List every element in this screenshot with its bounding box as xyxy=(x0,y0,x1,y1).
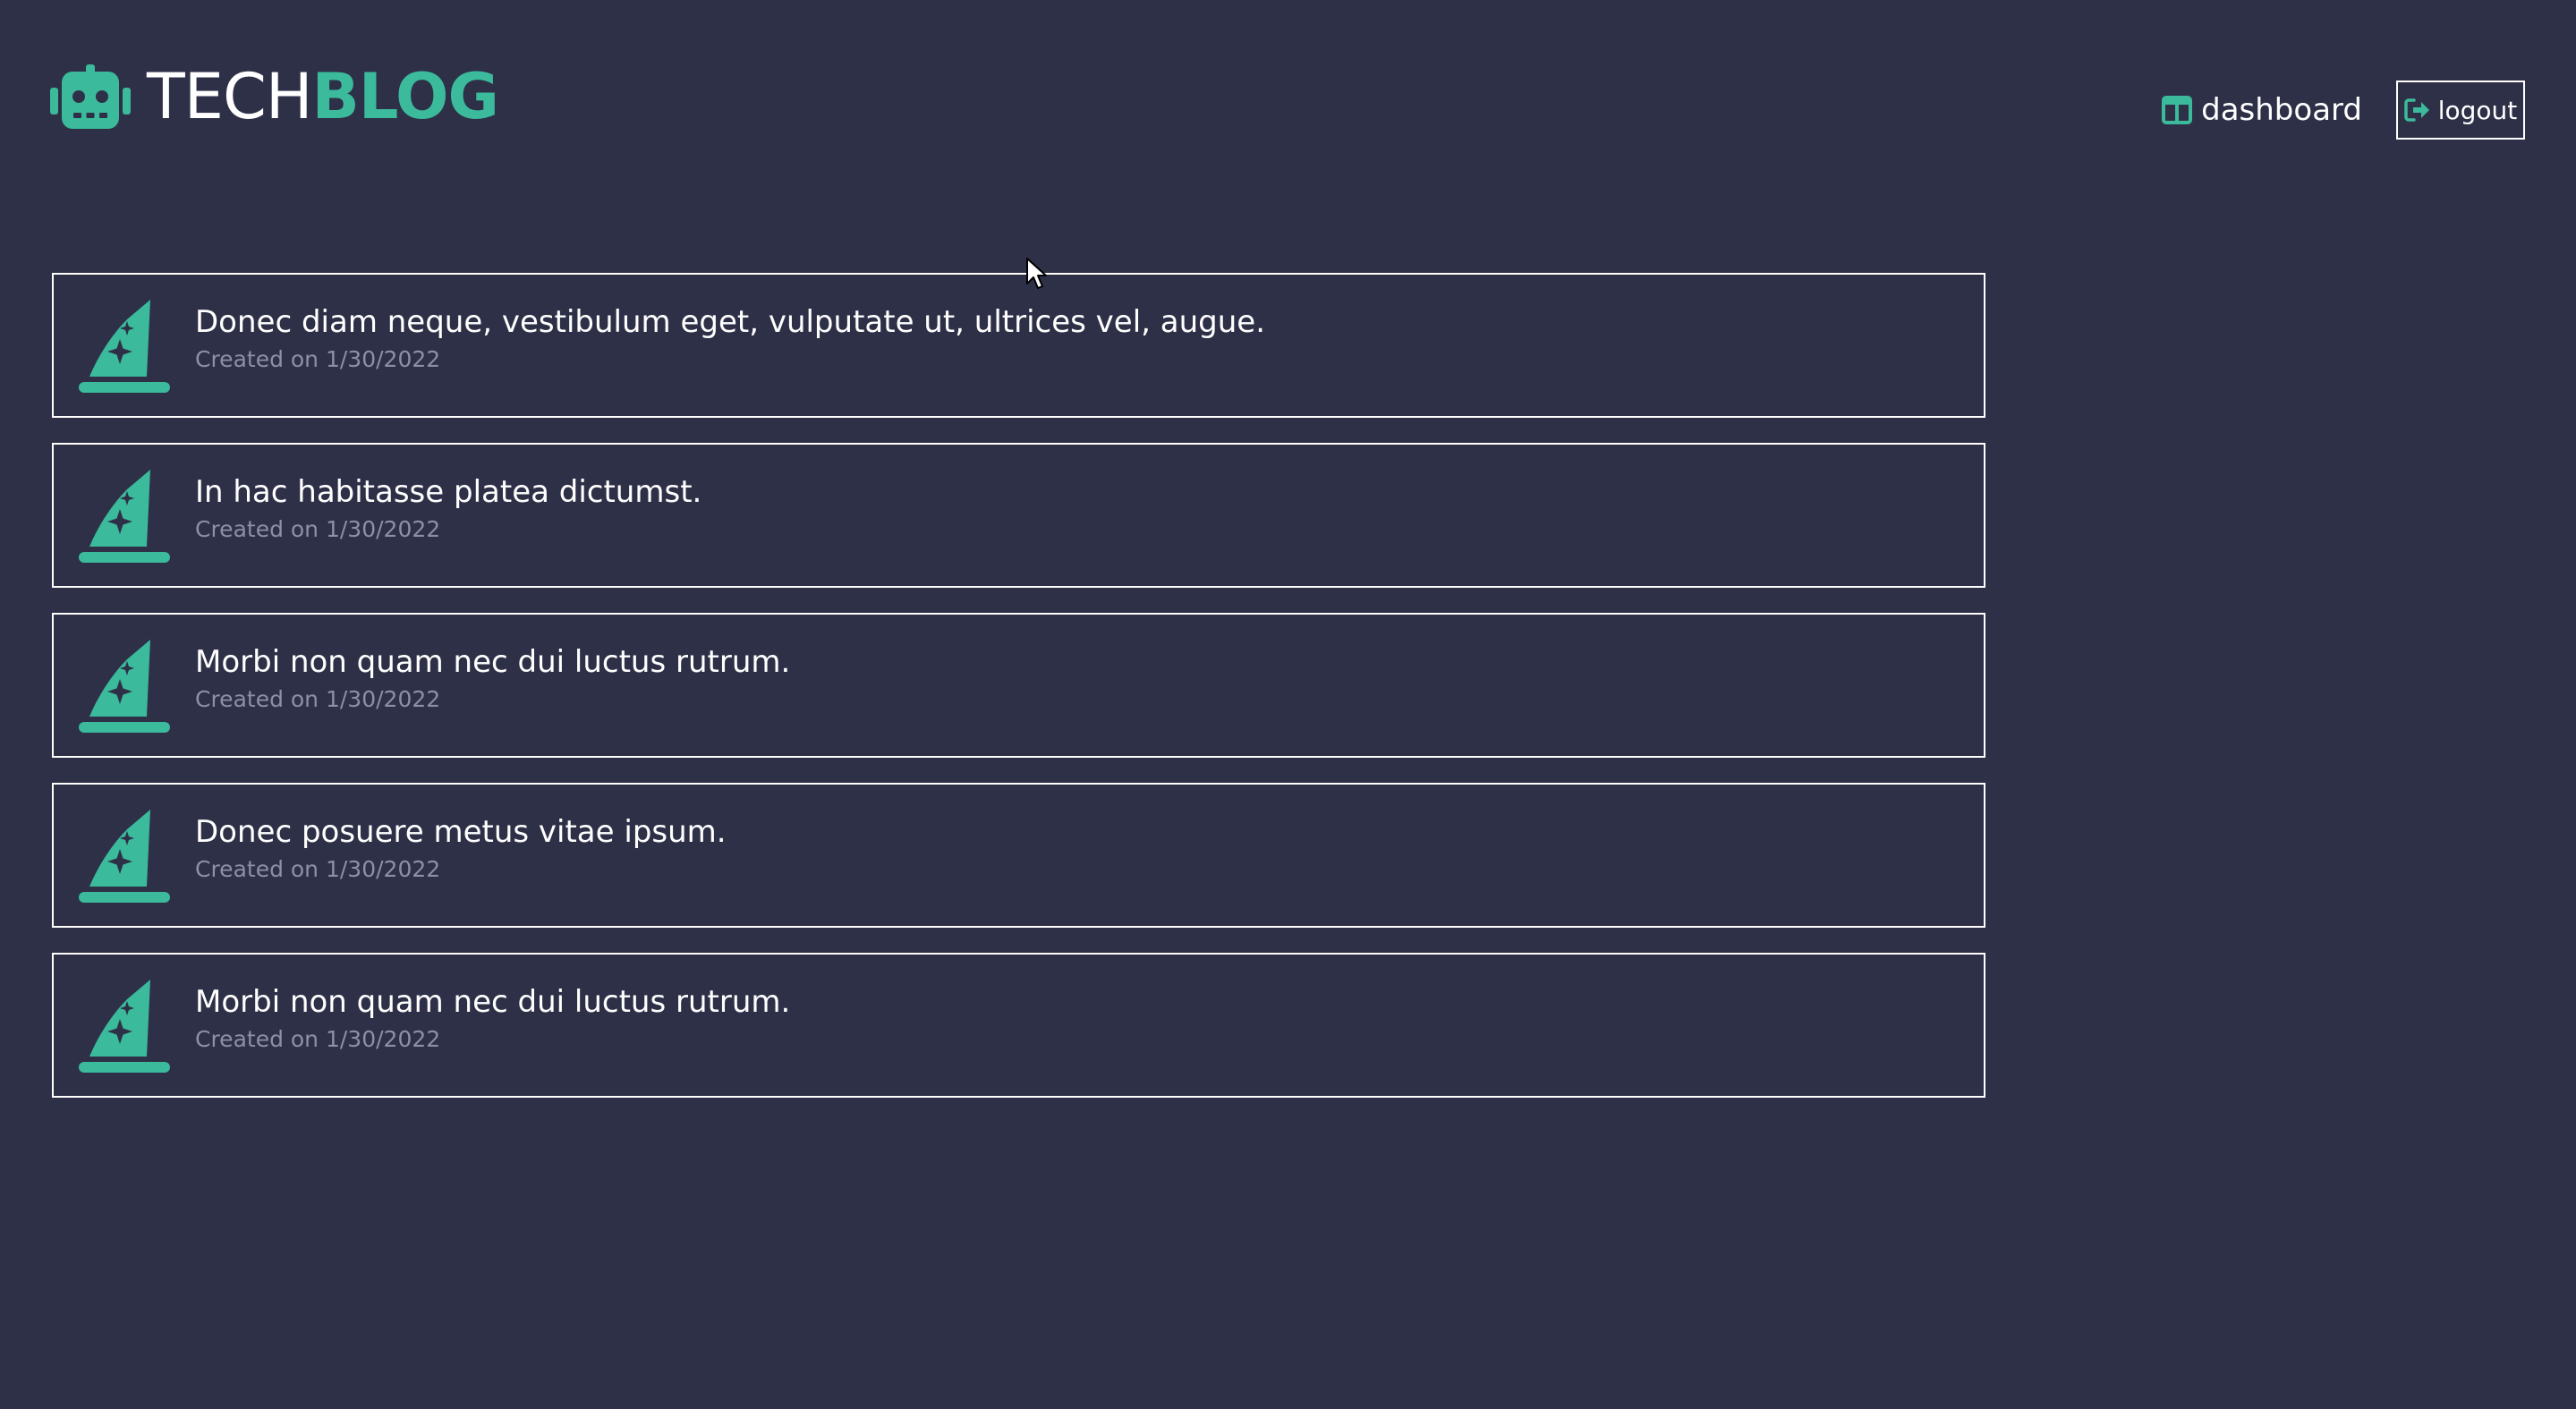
post-card[interactable]: Morbi non quam nec dui luctus rutrum. Cr… xyxy=(52,953,1985,1098)
columns-icon xyxy=(2162,96,2193,124)
logout-label: logout xyxy=(2437,95,2518,125)
post-card[interactable]: Donec posuere metus vitae ipsum. Created… xyxy=(52,783,1985,928)
wizard-hat-icon xyxy=(79,470,170,563)
brand-name: TECHBLOG xyxy=(147,60,499,133)
robot-icon xyxy=(50,64,131,129)
post-title[interactable]: Donec diam neque, vestibulum eget, vulpu… xyxy=(195,301,1966,343)
post-date: Created on 1/30/2022 xyxy=(195,856,441,882)
site-header: TECHBLOG dashboard logout xyxy=(0,0,2576,179)
sign-out-icon xyxy=(2403,98,2429,122)
logout-button[interactable]: logout xyxy=(2396,81,2525,140)
post-date: Created on 1/30/2022 xyxy=(195,1026,441,1052)
dashboard-link[interactable]: dashboard xyxy=(2162,92,2362,128)
brand-name-blog: BLOG xyxy=(311,60,499,133)
post-body: Morbi non quam nec dui luctus rutrum. Cr… xyxy=(195,641,1966,715)
dashboard-label: dashboard xyxy=(2201,92,2362,128)
post-body: In hac habitasse platea dictumst. Create… xyxy=(195,471,1966,545)
brand-name-tech: TECH xyxy=(147,60,313,133)
wizard-hat-icon xyxy=(79,980,170,1073)
post-body: Donec posuere metus vitae ipsum. Created… xyxy=(195,811,1966,885)
page: TECHBLOG dashboard logout Donec diam neq… xyxy=(0,0,2576,1409)
post-card[interactable]: In hac habitasse platea dictumst. Create… xyxy=(52,443,1985,588)
post-list: Donec diam neque, vestibulum eget, vulpu… xyxy=(52,273,1985,1098)
post-title[interactable]: Morbi non quam nec dui luctus rutrum. xyxy=(195,981,1966,1023)
post-card[interactable]: Morbi non quam nec dui luctus rutrum. Cr… xyxy=(52,613,1985,758)
post-date: Created on 1/30/2022 xyxy=(195,346,441,372)
wizard-hat-icon xyxy=(79,300,170,393)
post-date: Created on 1/30/2022 xyxy=(195,686,441,712)
post-card[interactable]: Donec diam neque, vestibulum eget, vulpu… xyxy=(52,273,1985,418)
post-title[interactable]: Donec posuere metus vitae ipsum. xyxy=(195,811,1966,853)
post-body: Donec diam neque, vestibulum eget, vulpu… xyxy=(195,301,1966,375)
post-date: Created on 1/30/2022 xyxy=(195,516,441,542)
brand-logo-link[interactable]: TECHBLOG xyxy=(50,60,499,133)
post-title[interactable]: Morbi non quam nec dui luctus rutrum. xyxy=(195,641,1966,683)
wizard-hat-icon xyxy=(79,640,170,733)
top-nav: dashboard logout xyxy=(2162,81,2525,140)
wizard-hat-icon xyxy=(79,810,170,903)
post-title[interactable]: In hac habitasse platea dictumst. xyxy=(195,471,1966,513)
post-body: Morbi non quam nec dui luctus rutrum. Cr… xyxy=(195,981,1966,1055)
